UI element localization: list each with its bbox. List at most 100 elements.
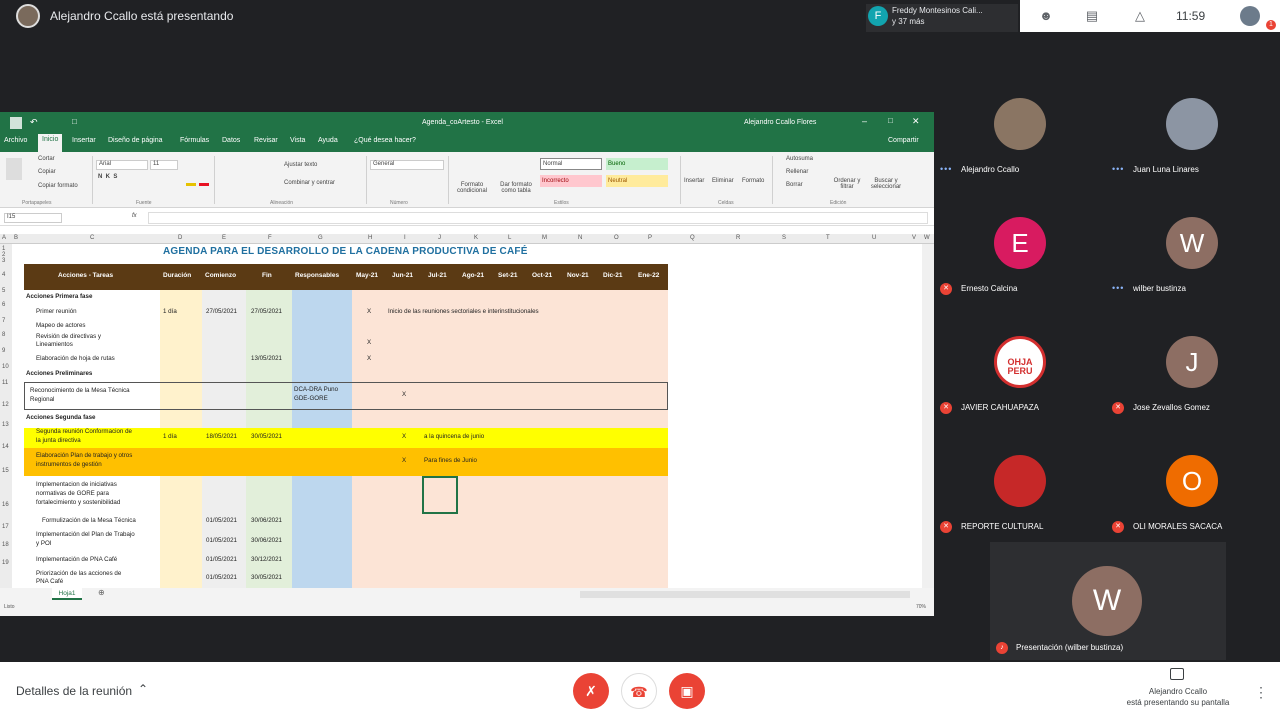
conditional-format-button[interactable]: Formato condicional (452, 182, 492, 194)
chevron-up-icon[interactable]: ⌃ (138, 682, 148, 696)
column-header[interactable]: D (178, 235, 182, 241)
fill-button[interactable]: Rellenar (786, 169, 808, 175)
column-header[interactable]: O (614, 235, 619, 241)
number-format-select[interactable]: General (370, 160, 444, 170)
row-header[interactable]: 13 (2, 422, 9, 428)
column-header[interactable]: S (782, 235, 786, 241)
font-size-select[interactable]: 11 (150, 160, 178, 170)
horizontal-scrollbar[interactable] (580, 591, 910, 598)
add-sheet-icon[interactable]: ⊕ (98, 588, 105, 597)
column-header[interactable]: V (912, 235, 916, 241)
mic-toggle-button[interactable]: ✗ (573, 673, 609, 709)
activities-icon[interactable]: △ (1130, 8, 1150, 24)
row-header[interactable]: 3 (2, 258, 5, 264)
chat-icon[interactable]: ▤ (1082, 8, 1102, 24)
delete-cells-button[interactable]: Eliminar (712, 178, 734, 184)
sheet-tab[interactable]: Hoja1 (52, 588, 82, 600)
share-button[interactable]: Compartir (888, 137, 919, 144)
row-header[interactable]: 17 (2, 524, 9, 530)
find-select-button[interactable]: Buscar y seleccionar (866, 178, 906, 190)
name-box[interactable]: I15 (4, 213, 62, 223)
tab-archivo[interactable]: Archivo (4, 137, 27, 144)
self-avatar[interactable] (1240, 6, 1260, 26)
font-color-icon[interactable] (199, 183, 209, 186)
column-header[interactable]: E (222, 235, 226, 241)
paste-icon[interactable] (6, 158, 22, 180)
row-header[interactable]: 5 (2, 288, 5, 294)
meeting-details-button[interactable]: Detalles de la reunión (16, 684, 132, 698)
column-header[interactable]: L (508, 235, 511, 241)
style-bueno[interactable]: Bueno (606, 158, 668, 170)
row-header[interactable]: 7 (2, 318, 5, 324)
tab-datos[interactable]: Datos (222, 137, 240, 144)
maximize-icon[interactable]: □ (888, 116, 893, 125)
camera-toggle-button[interactable]: ▣ (669, 673, 705, 709)
font-select[interactable]: Arial (96, 160, 148, 170)
tab-diseno[interactable]: Diseño de página (108, 137, 163, 144)
column-header[interactable]: R (736, 235, 740, 241)
people-icon[interactable]: ☻ (1036, 8, 1056, 24)
merge-center-button[interactable]: Combinar y centrar (284, 180, 335, 186)
row-header[interactable]: 19 (2, 560, 9, 566)
tab-ayuda[interactable]: Ayuda (318, 137, 338, 144)
column-header[interactable]: Q (690, 235, 695, 241)
column-header[interactable]: N (578, 235, 582, 241)
column-header[interactable]: G (318, 235, 323, 241)
sort-filter-button[interactable]: Ordenar y filtrar (830, 178, 864, 190)
more-options-icon[interactable]: ⋮ (1254, 684, 1268, 701)
style-incorrecto[interactable]: Incorrecto (540, 175, 602, 187)
row-header[interactable]: 6 (2, 302, 5, 308)
tab-insertar[interactable]: Insertar (72, 137, 96, 144)
undo-icon[interactable]: ↶ (30, 117, 38, 128)
active-cell[interactable] (422, 476, 458, 514)
row-header[interactable]: 11 (2, 380, 8, 386)
style-neutral[interactable]: Neutral (606, 175, 668, 187)
presenting-status[interactable]: Alejandro Ccallo está presentando su pan… (1116, 687, 1240, 709)
format-as-table-button[interactable]: Dar formato como tabla (494, 182, 538, 194)
bold-button[interactable]: N K S (98, 174, 117, 180)
column-header[interactable]: C (90, 235, 94, 241)
vertical-scrollbar[interactable] (922, 244, 934, 588)
column-header[interactable]: A (2, 235, 6, 241)
cut-button[interactable]: Cortar (38, 156, 55, 162)
row-header[interactable]: 10 (2, 364, 9, 370)
autosave-icon[interactable] (10, 117, 22, 129)
minimize-icon[interactable]: – (862, 116, 867, 126)
present-icon[interactable] (1170, 668, 1184, 680)
column-header[interactable]: J (438, 235, 441, 241)
column-header[interactable]: F (268, 235, 272, 241)
close-icon[interactable]: ✕ (912, 116, 920, 127)
row-header[interactable]: 14 (2, 444, 9, 450)
formula-input[interactable] (148, 212, 928, 224)
column-header[interactable]: U (872, 235, 876, 241)
tab-formulas[interactable]: Fórmulas (180, 137, 209, 144)
new-file-icon[interactable]: □ (72, 117, 77, 126)
tell-me-box[interactable]: ¿Qué desea hacer? (354, 137, 416, 144)
column-header[interactable]: K (474, 235, 478, 241)
wrap-text-button[interactable]: Ajustar texto (284, 162, 317, 168)
insert-cells-button[interactable]: Insertar (684, 178, 704, 184)
row-header[interactable]: 8 (2, 332, 5, 338)
tab-inicio[interactable]: Inicio (38, 134, 63, 152)
row-header[interactable]: 12 (2, 402, 9, 408)
format-cells-button[interactable]: Formato (742, 178, 764, 184)
tab-vista[interactable]: Vista (290, 137, 305, 144)
row-header[interactable]: 4 (2, 272, 5, 278)
column-header[interactable]: T (826, 235, 830, 241)
style-normal[interactable]: Normal (540, 158, 602, 170)
column-header[interactable]: W (924, 235, 930, 241)
clear-button[interactable]: Borrar (786, 182, 803, 188)
column-header[interactable]: B (14, 235, 18, 241)
column-header[interactable]: P (648, 235, 652, 241)
column-header[interactable]: M (542, 235, 547, 241)
autosum-button[interactable]: Autosuma (786, 156, 813, 162)
column-header[interactable]: I (404, 235, 406, 241)
copy-button[interactable]: Copiar (38, 169, 56, 175)
fill-color-icon[interactable] (186, 183, 196, 186)
row-header[interactable]: 9 (2, 348, 5, 354)
tab-revisar[interactable]: Revisar (254, 137, 278, 144)
row-header[interactable]: 16 (2, 502, 9, 508)
column-header[interactable]: H (368, 235, 372, 241)
row-header[interactable]: 18 (2, 542, 9, 548)
row-header[interactable]: 15 (2, 468, 9, 474)
